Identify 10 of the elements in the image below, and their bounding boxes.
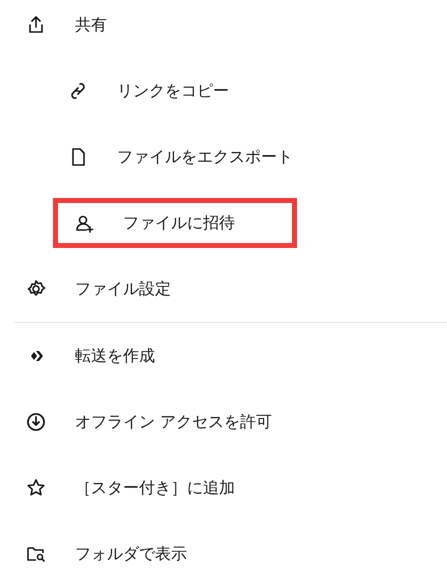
download-circle-icon	[25, 411, 47, 433]
menu-item[interactable]: フォルダで表示	[0, 529, 206, 579]
menu-item[interactable]: リンクをコピー	[48, 66, 248, 116]
menu-item[interactable]: ファイルをエクスポート	[48, 132, 312, 182]
menu-item[interactable]: 共有	[0, 0, 126, 50]
menu-item[interactable]: 転送を作成	[0, 331, 174, 381]
menu-item[interactable]: ［スター付き］に追加	[0, 463, 254, 513]
menu-item[interactable]: ファイルに招待	[53, 198, 297, 248]
menu-item[interactable]: オフライン アクセスを許可	[0, 397, 292, 447]
menu-item[interactable]: ファイル設定	[0, 264, 190, 314]
